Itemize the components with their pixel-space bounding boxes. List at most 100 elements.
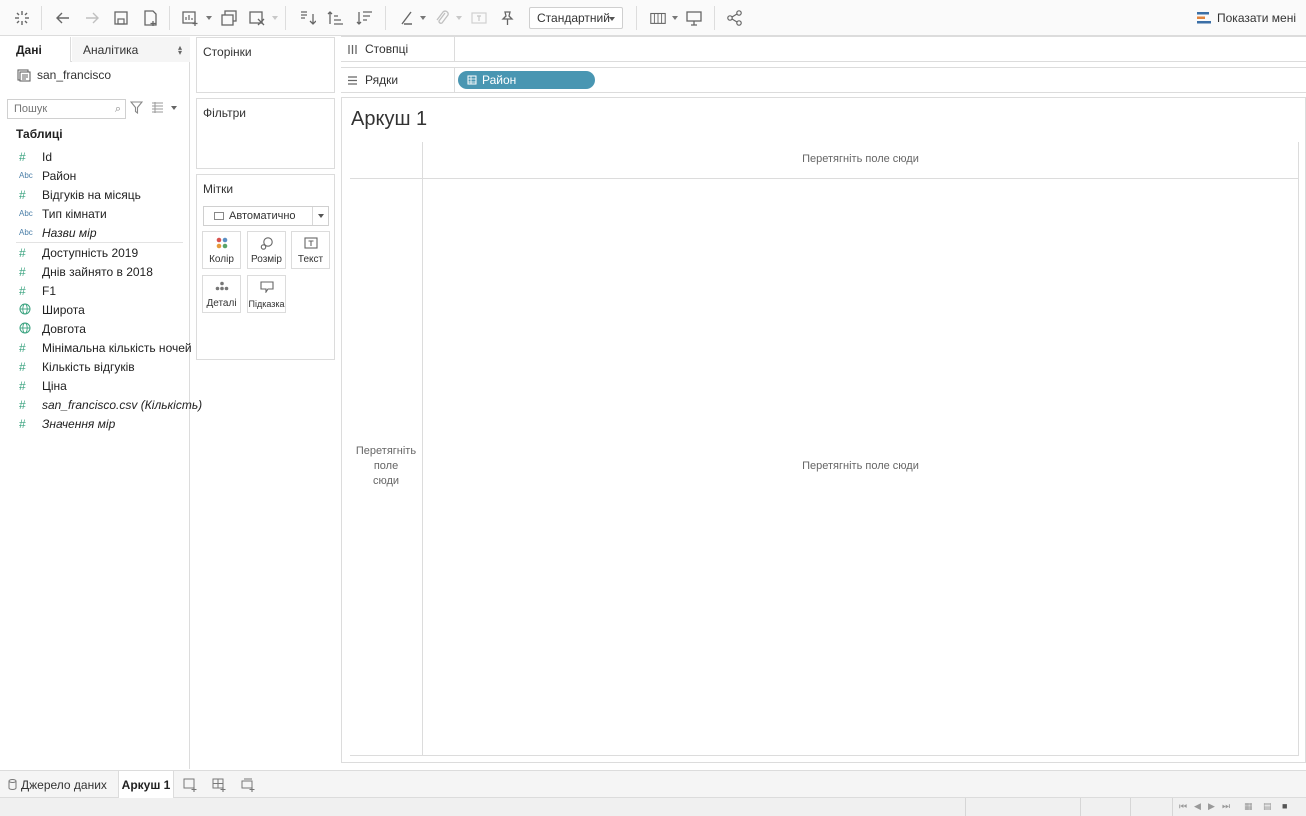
tab-sheet-1[interactable]: Аркуш 1: [118, 771, 174, 798]
undo-icon[interactable]: [53, 7, 73, 29]
field-item[interactable]: Довгота: [0, 319, 189, 338]
number-type-icon: #: [19, 416, 26, 431]
size-button[interactable]: Розмір: [247, 231, 286, 269]
color-button[interactable]: Колір: [202, 231, 241, 269]
view-options-caret-icon[interactable]: [171, 106, 177, 110]
swap-rows-columns-icon[interactable]: [296, 7, 318, 29]
rows-icon: [348, 75, 357, 85]
sort-ascending-icon[interactable]: [325, 7, 347, 29]
show-me-icon: [1197, 12, 1211, 24]
last-sheet-icon[interactable]: ⏭: [1222, 801, 1230, 812]
share-icon[interactable]: [725, 7, 745, 29]
filmstrip-view-icon[interactable]: ▦: [1244, 801, 1253, 812]
field-item[interactable]: # Id: [0, 147, 189, 166]
columns-shelf[interactable]: Стовпці: [341, 36, 1306, 62]
field-item[interactable]: # F1: [0, 281, 189, 300]
pages-shelf[interactable]: Сторінки: [196, 37, 335, 93]
field-item[interactable]: # Днів зайнято в 2018: [0, 262, 189, 281]
status-bar: ⏮ ◀ ▶ ⏭ ▦ ▤ ■: [0, 798, 1306, 816]
field-item[interactable]: # Значення мір: [0, 414, 189, 433]
rows-field-pill[interactable]: Район: [458, 71, 595, 89]
detail-button[interactable]: Деталі: [202, 275, 241, 313]
filter-icon[interactable]: [129, 101, 144, 117]
tables-header: Таблиці: [16, 127, 63, 141]
drop-rows-line: Перетягніть: [355, 445, 417, 457]
tab-analytics-label: Аналітика: [83, 42, 139, 57]
field-label: Ціна: [42, 378, 67, 393]
field-item[interactable]: Abc Назви мір: [0, 223, 189, 242]
mark-type-dropdown[interactable]: Автоматично: [203, 206, 329, 226]
number-type-icon: #: [19, 264, 26, 279]
fit-dropdown-value: Стандартний: [537, 11, 610, 25]
clear-sheet-icon[interactable]: [246, 7, 268, 29]
drop-zone-columns[interactable]: Перетягніть поле сюди: [423, 153, 1298, 165]
field-label: san_francisco.csv (Кількість): [42, 397, 203, 412]
new-dashboard-tab-icon[interactable]: [209, 771, 229, 798]
detail-icon: [203, 281, 240, 291]
field-label: Значення мір: [42, 416, 116, 431]
text-button[interactable]: Текст: [291, 231, 330, 269]
search-field[interactable]: ⌕: [7, 99, 126, 119]
group-members-icon[interactable]: [432, 7, 452, 29]
drop-rows-line: сюди: [372, 475, 400, 487]
drop-zone-rows[interactable]: Перетягніть поле сюди: [350, 444, 422, 489]
field-label: F1: [42, 283, 57, 298]
sort-descending-icon[interactable]: [354, 7, 376, 29]
number-type-icon: #: [19, 187, 26, 202]
globe-icon: [19, 303, 42, 317]
field-item[interactable]: Abc Район: [0, 166, 189, 185]
field-item[interactable]: # Мінімальна кількість ночей: [0, 338, 192, 357]
field-label: Район: [42, 168, 77, 183]
field-item[interactable]: Широта: [0, 300, 189, 319]
new-worksheet-tab-icon[interactable]: [180, 771, 200, 798]
fit-dropdown[interactable]: Стандартний: [529, 7, 623, 29]
fix-axes-pin-icon[interactable]: [497, 7, 517, 29]
show-mark-labels-icon[interactable]: [469, 7, 489, 29]
presentation-mode-icon[interactable]: [684, 7, 704, 29]
search-icon: ⌕: [114, 103, 121, 115]
drop-zone-field[interactable]: Перетягніть поле сюди: [423, 460, 1298, 472]
show-me-button[interactable]: Показати мені: [1197, 7, 1296, 29]
new-datasource-icon[interactable]: [140, 7, 160, 29]
previous-sheet-icon[interactable]: ◀: [1194, 801, 1201, 812]
number-type-icon: #: [19, 283, 26, 298]
field-item[interactable]: # Доступність 2019: [0, 243, 189, 262]
columns-shelf-label: Стовпці: [365, 42, 409, 56]
new-worksheet-icon[interactable]: [179, 7, 201, 29]
dimension-pill-icon: [467, 75, 477, 85]
tableau-workspace: Стандартний Показати мені Дані Аналітика…: [0, 0, 1306, 816]
tab-data[interactable]: Дані: [0, 37, 71, 62]
size-icon: [248, 237, 285, 250]
show-cards-icon[interactable]: [646, 7, 670, 29]
duplicate-sheet-icon[interactable]: [218, 7, 240, 29]
tooltip-button[interactable]: Підказка: [247, 275, 286, 313]
field-item[interactable]: # Відгуків на місяць: [0, 185, 189, 204]
datasource-name: san_francisco: [37, 68, 112, 82]
field-item[interactable]: # san_francisco.csv (Кількість): [0, 395, 202, 414]
tooltip-icon: [248, 281, 285, 293]
datasource-item[interactable]: san_francisco: [17, 67, 111, 83]
first-sheet-icon[interactable]: ⏮: [1179, 801, 1187, 812]
tab-data-source[interactable]: Джерело даних: [0, 771, 112, 798]
view-options-icon[interactable]: [151, 101, 164, 117]
sorter-view-icon[interactable]: ▤: [1263, 801, 1272, 812]
toolbar: Стандартний Показати мені: [0, 0, 1306, 36]
tableau-logo-icon[interactable]: [12, 7, 32, 29]
highlight-icon[interactable]: [396, 7, 418, 29]
redo-icon[interactable]: [82, 7, 102, 29]
data-pane: Дані Аналітика ▴▾ san_francisco ⌕ Таблиц…: [0, 37, 202, 769]
number-type-icon: #: [19, 149, 26, 164]
field-item[interactable]: Abc Тип кімнати: [0, 204, 189, 223]
new-story-tab-icon[interactable]: [238, 771, 258, 798]
search-input[interactable]: [14, 103, 110, 115]
tabs-view-icon[interactable]: ■: [1282, 801, 1287, 811]
datasource-icon: [17, 68, 31, 82]
drop-rows-line: поле: [373, 460, 399, 472]
sheet-tabs-bar: Джерело даних Аркуш 1: [0, 770, 1306, 798]
tab-analytics[interactable]: Аналітика ▴ ▾: [72, 37, 190, 62]
save-icon[interactable]: [111, 7, 131, 29]
filters-shelf[interactable]: Фільтри: [196, 98, 335, 169]
field-item[interactable]: # Кількість відгуків: [0, 357, 189, 376]
next-sheet-icon[interactable]: ▶: [1208, 801, 1215, 812]
field-item[interactable]: # Ціна: [0, 376, 189, 395]
